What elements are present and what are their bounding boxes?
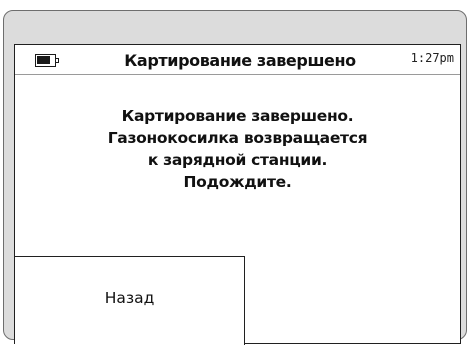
clock-time: 1:27pm	[410, 51, 454, 65]
battery-fill	[37, 56, 50, 64]
device-frame: Картирование завершено 1:27pm Картирован…	[3, 10, 467, 345]
message-line: Картирование завершено.	[121, 107, 354, 125]
battery-body	[35, 54, 56, 67]
display-screen: Картирование завершено 1:27pm Картирован…	[14, 44, 461, 345]
message-line: к зарядной станции.	[147, 151, 328, 169]
message-line: Подождите.	[183, 173, 292, 191]
title-divider	[15, 74, 460, 75]
message-line: Газонокосилка возвращается	[107, 129, 368, 147]
status-message: Картирование завершено. Газонокосилка во…	[15, 105, 460, 193]
battery-icon	[35, 54, 61, 67]
battery-cap	[56, 58, 59, 63]
back-button[interactable]: Назад	[15, 256, 245, 345]
title-bar: Картирование завершено 1:27pm	[15, 45, 460, 75]
back-button-label: Назад	[104, 289, 155, 307]
screen-title: Картирование завершено	[124, 51, 356, 70]
